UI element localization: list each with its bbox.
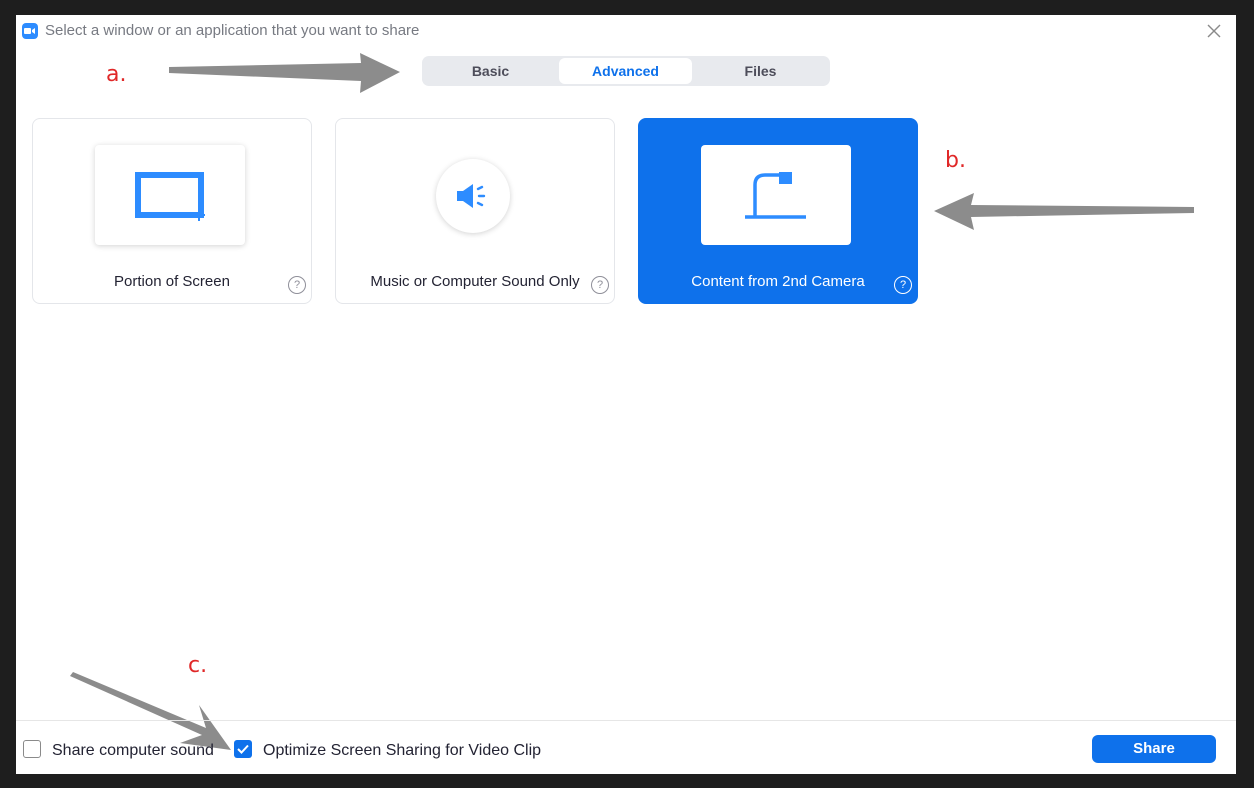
arrow-b [934,193,1194,230]
arrow-a [169,53,400,93]
checkmark-icon [237,744,249,754]
tab-files[interactable]: Files [694,58,827,84]
card-label-portion-of-screen: Portion of Screen [114,273,230,290]
optimize-video-clip-checkbox[interactable] [234,740,252,758]
second-camera-option[interactable]: Content from 2nd Camera ? [638,118,918,304]
close-icon[interactable] [1206,23,1222,39]
computer-sound-only-option[interactable]: Music or Computer Sound Only ? [335,118,615,304]
footer-divider [16,720,1236,721]
help-icon[interactable]: ? [591,276,609,294]
second-camera-thumbnail [701,145,851,245]
zoom-camera-icon [22,23,38,39]
share-button[interactable]: Share [1092,735,1216,763]
speaker-thumbnail [436,159,510,233]
share-computer-sound-checkbox[interactable] [23,740,41,758]
annotation-c: c. [188,653,208,678]
portion-of-screen-icon [135,172,205,221]
arrow-c [70,672,231,750]
card-label-computer-sound: Music or Computer Sound Only [370,273,580,290]
share-mode-tabs: Basic Advanced Files [422,56,830,86]
annotation-b: b. [945,148,966,173]
annotation-a: a. [106,62,127,87]
portion-of-screen-thumbnail [95,145,245,245]
share-computer-sound-label: Share computer sound [52,742,214,759]
portion-of-screen-option[interactable]: Portion of Screen ? [32,118,312,304]
window-title: Select a window or an application that y… [45,22,420,39]
card-label-second-camera: Content from 2nd Camera [691,273,865,290]
help-icon[interactable]: ? [894,276,912,294]
tab-basic[interactable]: Basic [424,58,557,84]
share-dialog-window: Select a window or an application that y… [16,15,1236,774]
help-icon[interactable]: ? [288,276,306,294]
optimize-video-clip-label: Optimize Screen Sharing for Video Clip [263,742,542,759]
tab-advanced[interactable]: Advanced [559,58,692,84]
document-camera-icon [745,172,806,219]
speaker-icon [457,184,486,208]
